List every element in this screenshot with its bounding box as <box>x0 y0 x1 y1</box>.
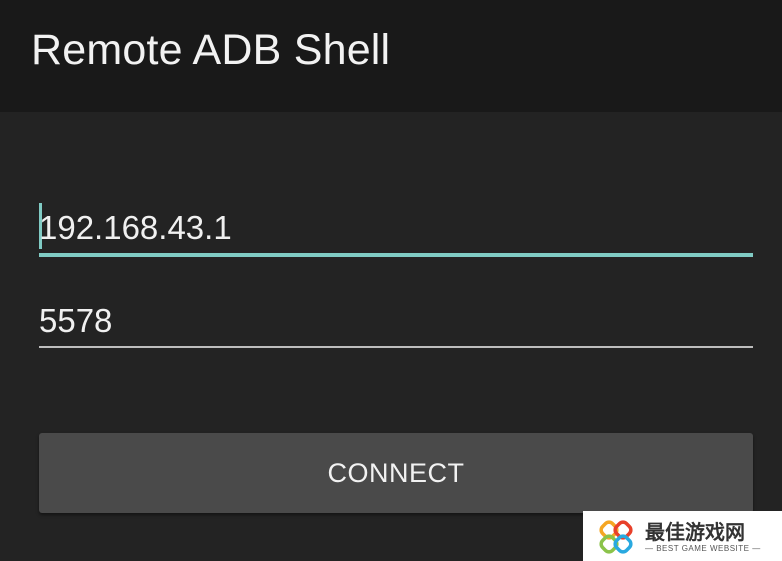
host-input-value: 192.168.43.1 <box>39 209 232 246</box>
host-input[interactable]: 192.168.43.1 <box>39 203 753 257</box>
app-bar: Remote ADB Shell <box>0 0 782 112</box>
port-input-underline <box>39 346 753 348</box>
app-title: Remote ADB Shell <box>31 26 391 74</box>
watermark-english-text: — BEST GAME WEBSITE — <box>645 544 761 553</box>
connect-button-label: CONNECT <box>327 457 465 488</box>
watermark-chinese-text: 最佳游戏网 <box>645 520 745 544</box>
port-input-value: 5578 <box>39 302 113 339</box>
watermark: 最佳游戏网 — BEST GAME WEBSITE — <box>583 511 782 561</box>
host-input-underline <box>39 253 753 257</box>
connect-button[interactable]: CONNECT <box>39 433 753 513</box>
port-input[interactable]: 5578 <box>39 300 753 348</box>
interlaced-rings-logo-icon <box>599 520 633 554</box>
